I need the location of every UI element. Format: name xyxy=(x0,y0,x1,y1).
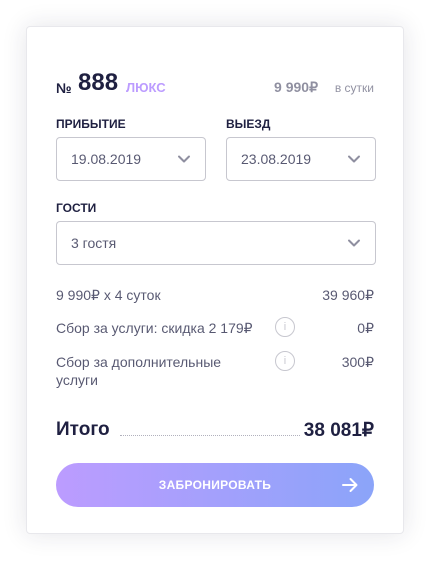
room-type-badge: люкс xyxy=(126,80,166,95)
room-header: № 888 люкс 9 990₽ в сутки xyxy=(56,69,374,99)
info-icon[interactable]: i xyxy=(275,317,295,337)
arrival-date-value: 19.08.2019 xyxy=(71,151,142,167)
price-unit: в сутки xyxy=(334,81,374,95)
departure-label: выезд xyxy=(226,117,271,131)
arrow-right-icon xyxy=(342,478,358,492)
total-value: 38 081₽ xyxy=(303,420,374,441)
arrival-date-field[interactable]: 19.08.2019 xyxy=(56,137,206,181)
total-divider xyxy=(120,435,300,436)
additional-fee-row: Сбор за дополнительные услуги i 300₽ xyxy=(56,351,374,393)
book-button-label: забронировать xyxy=(158,478,272,492)
booking-card: № 888 люкс 9 990₽ в сутки прибытие 19.08… xyxy=(26,26,404,534)
arrival-label: прибытие xyxy=(56,117,126,131)
guests-dropdown[interactable]: 3 гостя xyxy=(56,221,376,265)
info-icon[interactable]: i xyxy=(275,351,295,371)
total-row: Итого 38 081₽ xyxy=(56,417,374,443)
book-button[interactable]: забронировать xyxy=(56,463,374,507)
calc-amount: 300₽ xyxy=(341,354,374,370)
price-calculation-row: 9 990₽ х 4 суток 39 960₽ xyxy=(56,286,374,306)
calc-description: 9 990₽ х 4 суток xyxy=(56,287,161,303)
departure-date-field[interactable]: 23.08.2019 xyxy=(226,137,376,181)
room-number: 888 xyxy=(78,69,119,96)
calc-amount: 39 960₽ xyxy=(322,287,374,303)
calc-amount: 0₽ xyxy=(357,320,374,336)
chevron-down-icon xyxy=(178,155,190,163)
room-number-sign: № xyxy=(56,80,72,96)
guests-label: гости xyxy=(56,201,97,215)
total-label: Итого xyxy=(56,419,110,440)
guests-value: 3 гостя xyxy=(71,235,117,251)
calc-description: Сбор за услуги: скидка 2 179₽ xyxy=(56,320,253,336)
chevron-down-icon xyxy=(348,155,360,163)
service-fee-row: Сбор за услуги: скидка 2 179₽ i 0₽ xyxy=(56,317,374,341)
calc-description: Сбор за дополнительные услуги xyxy=(56,354,222,388)
price-per-night: 9 990₽ xyxy=(274,79,318,95)
chevron-down-icon xyxy=(348,239,360,247)
departure-date-value: 23.08.2019 xyxy=(241,151,312,167)
